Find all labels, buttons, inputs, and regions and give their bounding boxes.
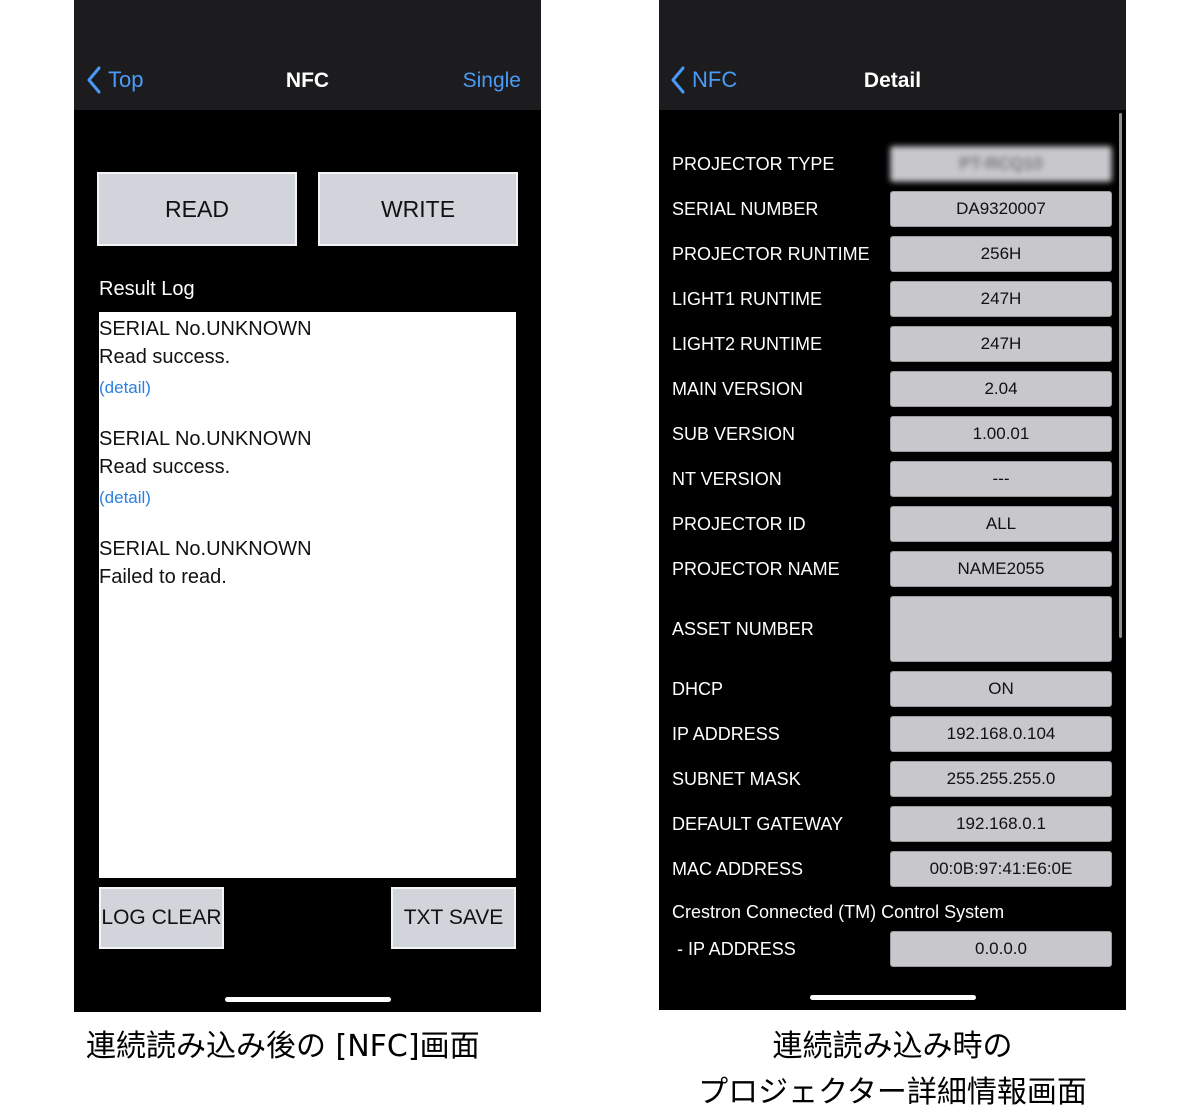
field-label: NT VERSION bbox=[672, 469, 782, 489]
field-label: PROJECTOR TYPE bbox=[672, 154, 835, 174]
result-log-label: Result Log bbox=[99, 278, 195, 300]
field-label: MAC ADDRESS bbox=[672, 859, 804, 879]
nfc-screen: Top NFC Single READ WRITE Result Log SER… bbox=[74, 0, 541, 1012]
log-clear-button[interactable]: LOG CLEAR bbox=[99, 887, 224, 949]
read-button[interactable]: READ bbox=[97, 172, 297, 246]
right-caption-line1: 連続読み込み時の bbox=[772, 1029, 1013, 1064]
log-status: Read success. bbox=[99, 346, 231, 368]
field-value: 0.0.0.0 bbox=[890, 931, 1112, 967]
scrollbar[interactable] bbox=[1119, 113, 1122, 638]
single-button[interactable]: Single bbox=[463, 69, 521, 93]
log-serial: SERIAL No.UNKNOWN bbox=[99, 538, 312, 560]
home-indicator[interactable] bbox=[809, 995, 976, 1000]
field-label: LIGHT1 RUNTIME bbox=[672, 289, 823, 309]
field-label: ASSET NUMBER bbox=[672, 619, 814, 639]
back-button[interactable]: NFC bbox=[670, 66, 737, 94]
field-value: 255.255.255.0 bbox=[890, 761, 1112, 797]
right-caption: 連続読み込み時の プロジェクター詳細情報画面 bbox=[620, 1024, 1165, 1116]
log-serial: SERIAL No.UNKNOWN bbox=[99, 428, 312, 450]
detail-screen: NFC Detail PROJECTOR TYPE PT-RCQ10 SERIAL … bbox=[659, 0, 1126, 1010]
field-value: --- bbox=[890, 461, 1112, 497]
log-entry: SERIAL No.UNKNOWN Failed to read. bbox=[99, 535, 516, 591]
write-button[interactable]: WRITE bbox=[318, 172, 518, 246]
txt-save-button[interactable]: TXT SAVE bbox=[391, 887, 516, 949]
field-value: 1.00.01 bbox=[890, 416, 1112, 452]
field-value: NAME2055 bbox=[890, 551, 1112, 587]
nav-bar: NFC Detail bbox=[659, 0, 1126, 110]
left-caption: 連続読み込み後の [NFC]画面 bbox=[86, 1029, 480, 1064]
field-value: 247H bbox=[890, 326, 1112, 362]
field-value: 256H bbox=[890, 236, 1112, 272]
field-value: 192.168.0.1 bbox=[890, 806, 1112, 842]
field-label: LIGHT2 RUNTIME bbox=[672, 334, 823, 354]
field-label: SUBNET MASK bbox=[672, 769, 801, 789]
log-status: Failed to read. bbox=[99, 566, 227, 588]
field-label: SUB VERSION bbox=[672, 424, 796, 444]
log-serial: SERIAL No.UNKNOWN bbox=[99, 318, 312, 340]
field-label: IP ADDRESS bbox=[672, 724, 780, 744]
field-label: PROJECTOR ID bbox=[672, 514, 806, 534]
field-value: ALL bbox=[890, 506, 1112, 542]
field-label: PROJECTOR NAME bbox=[672, 559, 840, 579]
nav-bar: Top NFC Single bbox=[74, 0, 541, 110]
crestron-heading: Crestron Connected (TM) Control System bbox=[672, 902, 1005, 922]
field-label: - IP ADDRESS bbox=[677, 939, 796, 959]
field-value bbox=[890, 596, 1112, 662]
back-label: NFC bbox=[692, 67, 738, 92]
detail-link[interactable]: (detail) bbox=[99, 485, 516, 511]
log-status: Read success. bbox=[99, 456, 231, 478]
field-label: SERIAL NUMBER bbox=[672, 199, 819, 219]
field-value: 2.04 bbox=[890, 371, 1112, 407]
chevron-left-icon bbox=[87, 66, 101, 94]
back-button[interactable]: Top bbox=[86, 66, 143, 94]
field-label: PROJECTOR RUNTIME bbox=[672, 244, 870, 264]
result-log[interactable]: SERIAL No.UNKNOWN Read success. (detail)… bbox=[99, 312, 516, 878]
home-indicator[interactable] bbox=[224, 997, 391, 1002]
field-value: 00:0B:97:41:E6:0E bbox=[890, 851, 1112, 887]
right-caption-line2: プロジェクター詳細情報画面 bbox=[698, 1075, 1087, 1110]
chevron-left-icon bbox=[671, 66, 685, 94]
detail-link[interactable]: (detail) bbox=[99, 375, 516, 401]
back-label: Top bbox=[108, 67, 144, 92]
log-entry: SERIAL No.UNKNOWN Read success. (detail) bbox=[99, 425, 516, 511]
field-value: 247H bbox=[890, 281, 1112, 317]
field-value: ON bbox=[890, 671, 1112, 707]
field-value: 192.168.0.104 bbox=[890, 716, 1112, 752]
field-value: PT-RCQ10 bbox=[890, 146, 1112, 182]
field-value: DA9320007 bbox=[890, 191, 1112, 227]
field-label: MAIN VERSION bbox=[672, 379, 804, 399]
field-label: DEFAULT GATEWAY bbox=[672, 814, 844, 834]
log-entry: SERIAL No.UNKNOWN Read success. (detail) bbox=[99, 315, 516, 401]
field-label: DHCP bbox=[672, 679, 724, 699]
